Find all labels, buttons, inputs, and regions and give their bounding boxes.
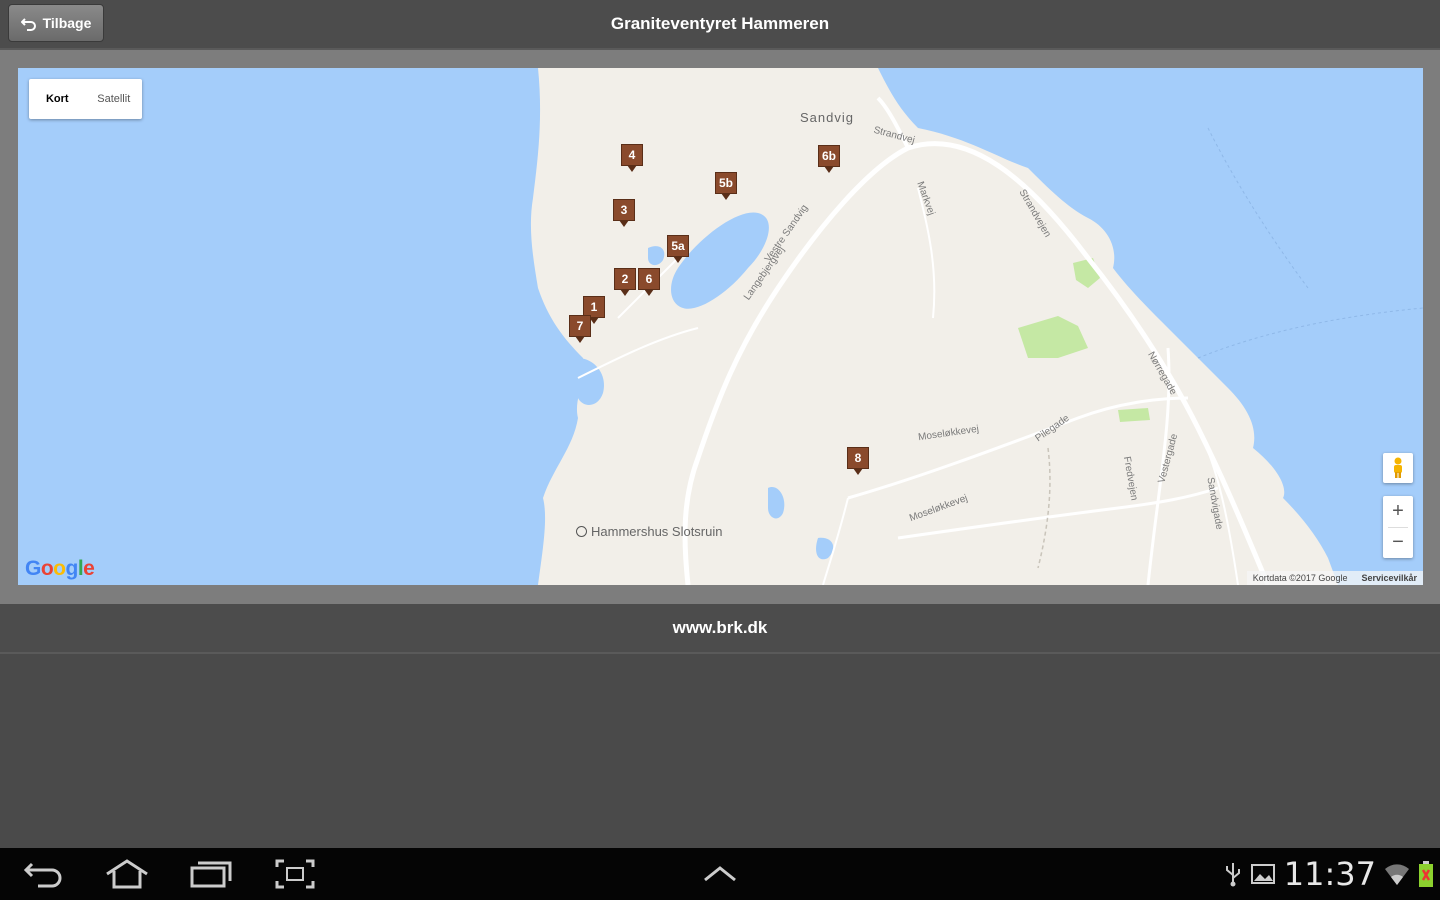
battery-icon — [1419, 861, 1433, 887]
map-marker[interactable]: 4 — [621, 144, 643, 172]
hammershus-label: Hammershus Slotsruin — [591, 524, 723, 539]
top-bar: Tilbage Graniteventyret Hammeren — [0, 0, 1440, 50]
content-area: Kort Satellit Sandvig Hammershus Slotsru… — [0, 50, 1440, 604]
map-type-kort[interactable]: Kort — [29, 93, 86, 105]
screenshot-icon[interactable] — [274, 858, 316, 890]
system-navigation-bar: 11:37 — [0, 848, 1440, 900]
usb-icon — [1225, 863, 1240, 887]
landmark-icon — [576, 526, 587, 537]
map-marker[interactable]: 6b — [818, 145, 840, 173]
map-marker[interactable]: 2 — [614, 268, 636, 296]
zoom-in-button[interactable]: + — [1383, 496, 1413, 527]
map-type-satellit[interactable]: Satellit — [86, 93, 143, 105]
street-view-pegman[interactable] — [1383, 453, 1413, 483]
website-link[interactable]: www.brk.dk — [0, 604, 1440, 654]
map-marker[interactable]: 5a — [667, 235, 689, 263]
home-icon[interactable] — [104, 858, 150, 890]
google-logo: Google — [25, 557, 95, 580]
zoom-control: + − — [1383, 496, 1413, 558]
recent-apps-icon[interactable] — [189, 858, 233, 890]
map-type-control: Kort Satellit — [29, 79, 142, 119]
map-marker[interactable]: 6 — [638, 268, 660, 296]
place-label-hammershus: Hammershus Slotsruin — [576, 524, 723, 539]
back-icon[interactable] — [22, 858, 66, 890]
attribution-text: Kortdata ©2017 Google — [1252, 573, 1348, 583]
zoom-out-button[interactable]: − — [1383, 527, 1413, 558]
map-marker[interactable]: 3 — [613, 199, 635, 227]
page-title: Graniteventyret Hammeren — [610, 14, 830, 33]
wifi-icon — [1385, 864, 1409, 885]
map-marker[interactable]: 7 — [569, 315, 591, 343]
up-chevron-icon[interactable] — [702, 858, 738, 890]
map-marker[interactable]: 8 — [847, 447, 869, 475]
terms-link[interactable]: Servicevilkår — [1361, 571, 1417, 585]
map-view[interactable]: Kort Satellit Sandvig Hammershus Slotsru… — [18, 68, 1423, 585]
map-attribution: Kortdata ©2017 Google Servicevilkår — [1246, 571, 1423, 585]
clock: 11:37 — [1283, 855, 1376, 893]
pegman-icon — [1394, 457, 1402, 478]
map-marker[interactable]: 5b — [715, 172, 737, 200]
status-area: 11:37 — [1224, 848, 1434, 900]
gallery-icon — [1250, 864, 1275, 884]
place-label-sandvig: Sandvig — [800, 110, 854, 125]
